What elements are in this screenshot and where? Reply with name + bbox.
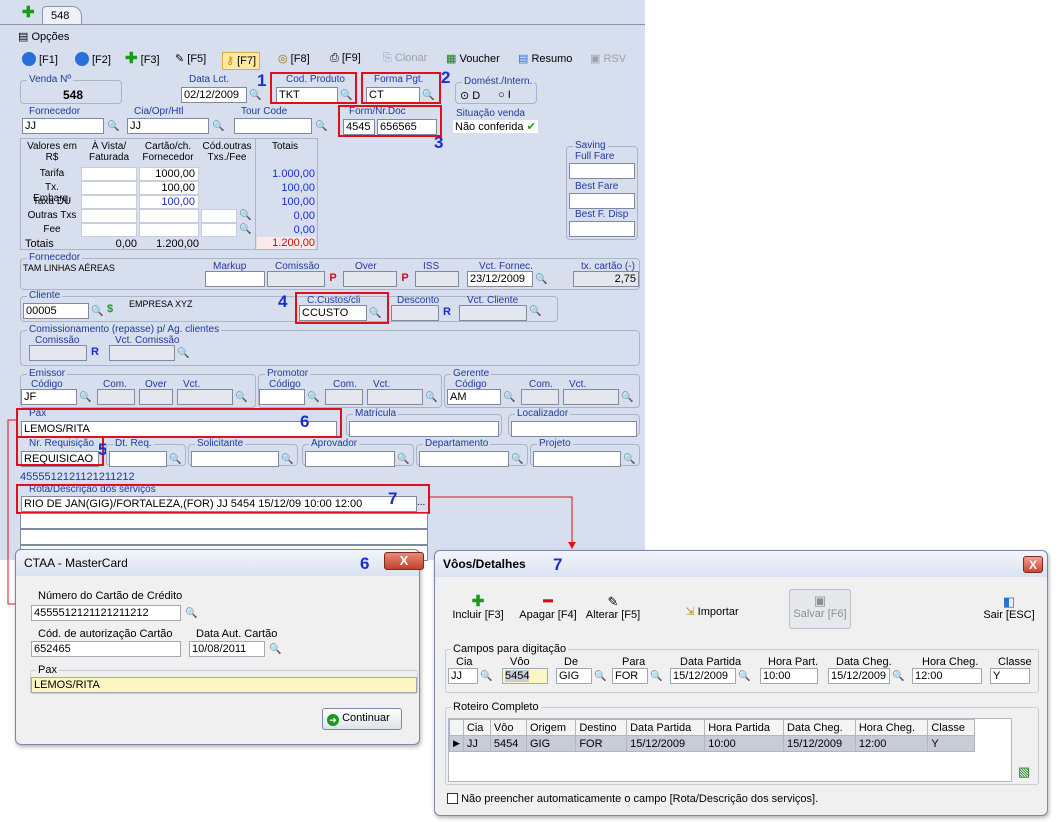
voo-classe-field[interactable]: Y: [990, 668, 1030, 684]
voo-hora-partida-field[interactable]: 10:00: [760, 668, 818, 684]
roteiro-group: Roteiro Completo Cia Vôo Origem Destino Data…: [445, 701, 1039, 785]
excel-export-icon[interactable]: ▧: [1018, 764, 1030, 780]
search-icon[interactable]: [892, 668, 908, 684]
ctaa-card-group: Número do Cartão de Crédito 455551212112…: [30, 590, 220, 622]
campos-group: Campos para digitação Cia JJ Vôo 5454 De…: [445, 643, 1039, 693]
search-icon[interactable]: [594, 668, 610, 684]
roteiro-table: Cia Vôo Origem Destino Data Partida Hora Part…: [448, 718, 1012, 782]
incluir-button[interactable]: ✚ Incluir [F3]: [447, 593, 509, 621]
annotation-6-dialog: 6: [360, 554, 370, 573]
voos-dialog: Vôos/Detalhes 7 X ✚ Incluir [F3] ━ Apagar …: [434, 550, 1048, 816]
alterar-button[interactable]: ✎ Alterar [F5]: [581, 594, 645, 622]
card-number-field[interactable]: 4555512121121211212: [31, 605, 181, 621]
importar-button[interactable]: ⇲ Importar: [679, 605, 745, 618]
table-header: Cia Vôo Origem Destino Data Partida Hora Part…: [449, 719, 975, 736]
voo-de-field[interactable]: GIG: [556, 668, 592, 684]
ctaa-date-group: Data Aut. Cartão 10/08/2011: [188, 628, 288, 658]
sair-button[interactable]: ◧ Sair [ESC]: [979, 594, 1039, 622]
search-icon[interactable]: [269, 641, 285, 657]
search-icon[interactable]: [738, 668, 754, 684]
salvar-button[interactable]: ▣ Salvar [F6]: [789, 589, 851, 629]
search-icon[interactable]: [185, 605, 201, 621]
voo-data-partida-field[interactable]: 15/12/2009: [670, 668, 736, 684]
search-icon[interactable]: [650, 668, 666, 684]
auth-date-field[interactable]: 10/08/2011: [189, 641, 265, 657]
pencil-icon: ✎: [607, 594, 619, 609]
apagar-button[interactable]: ━ Apagar [F4]: [513, 593, 583, 621]
table-row[interactable]: ▶ JJ 5454 GIG FOR 15/12/2009 10:00 15/12/2009 1…: [449, 735, 975, 752]
search-icon[interactable]: [480, 668, 496, 684]
ctaa-title: CTAA - MasterCard: [16, 550, 419, 576]
voo-data-cheg-field[interactable]: 15/12/2009: [828, 668, 890, 684]
plus-icon: ✚: [471, 593, 485, 610]
minus-icon: ━: [543, 593, 553, 610]
save-icon: ▣: [813, 593, 827, 608]
import-icon: ⇲: [685, 606, 695, 618]
ctaa-pax-group: Pax LEMOS/RITA: [30, 664, 418, 694]
close-icon[interactable]: X: [1023, 556, 1043, 573]
voo-cia-field[interactable]: JJ: [448, 668, 478, 684]
voo-hora-cheg-field[interactable]: 12:00: [912, 668, 982, 684]
voo-number-field[interactable]: 5454: [502, 668, 548, 684]
checkbox-icon: [447, 793, 458, 804]
row-pointer-icon: ▶: [449, 735, 464, 752]
ctaa-auth-group: Cód. de autorização Cartão 652465: [30, 628, 186, 658]
voo-para-field[interactable]: FOR: [612, 668, 648, 684]
arrow-right-icon: ➜: [327, 714, 339, 726]
voos-title: Vôos/Detalhes: [435, 551, 1047, 577]
exit-icon: ◧: [1002, 594, 1016, 609]
auth-code-field[interactable]: 652465: [31, 641, 181, 657]
close-icon[interactable]: X: [384, 552, 424, 570]
auto-fill-checkbox[interactable]: Não preencher automaticamente o campo [R…: [447, 793, 818, 805]
ctaa-dialog: CTAA - MasterCard 6 X Número do Cartão d…: [15, 549, 424, 745]
ctaa-pax-field[interactable]: LEMOS/RITA: [31, 677, 417, 693]
continuar-button[interactable]: ➜ Continuar: [322, 708, 402, 730]
annotation-7-dialog: 7: [553, 555, 563, 574]
